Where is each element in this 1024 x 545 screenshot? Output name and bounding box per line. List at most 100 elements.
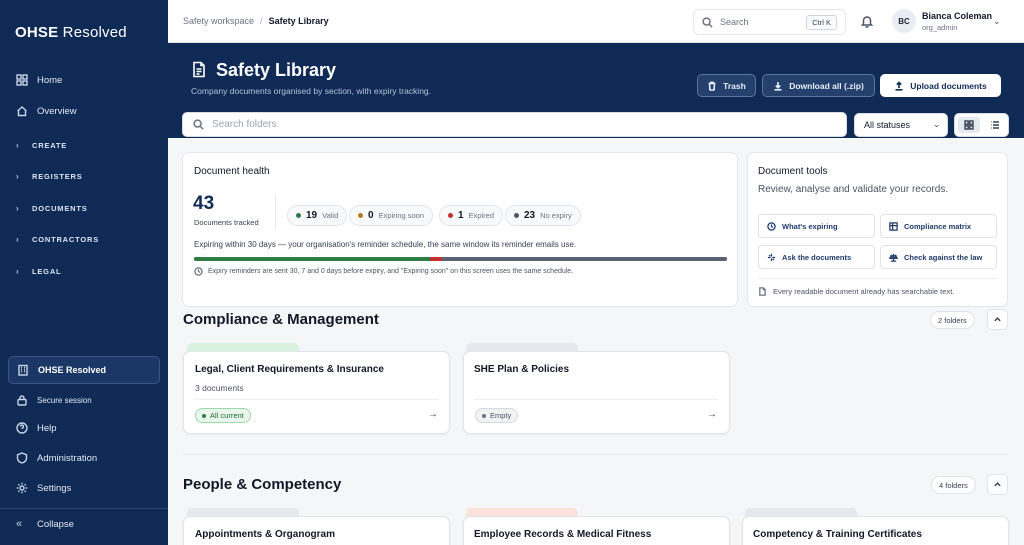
brand-logo[interactable]: OHSE Resolved xyxy=(15,24,127,41)
sidebar-group-create[interactable]: › CREATE xyxy=(8,135,160,155)
divider xyxy=(275,195,276,230)
avatar[interactable]: BC xyxy=(892,9,916,33)
user-name[interactable]: Bianca Coleman xyxy=(922,11,992,21)
grid-view-button[interactable] xyxy=(958,117,980,133)
expiry-window-note: Expiring within 30 days — your organisat… xyxy=(194,240,577,249)
collapse-section-button[interactable] xyxy=(987,309,1008,330)
page-subtitle: Company documents organised by section, … xyxy=(191,86,432,96)
clock-icon xyxy=(767,221,776,231)
status-dot xyxy=(448,213,453,218)
status-badge: Empty xyxy=(475,408,519,423)
folder-name: Competency & Training Certificates xyxy=(753,529,922,540)
table-icon xyxy=(889,221,898,231)
sidebar-group-legal[interactable]: › LEGAL xyxy=(8,261,160,281)
document-tools-title: Document tools xyxy=(758,166,828,177)
help-icon xyxy=(16,422,28,434)
collapse-section-button[interactable] xyxy=(987,474,1008,495)
document-icon xyxy=(191,61,207,78)
sidebar-item-help[interactable]: Help xyxy=(8,415,160,441)
stat-pill-expiring-soon[interactable]: 0 Expiring soon xyxy=(349,205,434,226)
sidebar-group-contractors[interactable]: › CONTRACTORS xyxy=(8,229,160,249)
section-title-compliance: Compliance & Management xyxy=(183,311,379,328)
chevron-down-icon[interactable]: ⌄ xyxy=(993,16,1001,27)
chevron-up-icon xyxy=(994,482,1001,487)
sidebar-group-documents[interactable]: › DOCUMENTS xyxy=(8,198,160,218)
documents-tracked-count: 43 xyxy=(193,193,215,214)
bar-segment-valid xyxy=(194,257,430,261)
document-health-bar xyxy=(194,257,727,261)
status-dot xyxy=(482,413,486,418)
gear-icon xyxy=(16,482,28,494)
sidebar-item-administration[interactable]: Administration xyxy=(8,445,160,471)
arrow-right-icon[interactable]: → xyxy=(428,409,438,420)
scale-icon xyxy=(889,253,898,262)
bar-segment-expired xyxy=(429,257,442,261)
org-switcher[interactable]: OHSE Resolved xyxy=(8,356,160,384)
notifications-button[interactable] xyxy=(860,14,874,28)
chevron-up-icon xyxy=(994,317,1001,322)
searchable-text-note: Every readable document already has sear… xyxy=(758,287,954,296)
reminder-footnote: Expiry reminders are sent 30, 7 and 0 da… xyxy=(194,267,573,276)
document-tools-subtitle: Review, analyse and validate your record… xyxy=(758,184,949,195)
sidebar-divider xyxy=(0,508,168,509)
sidebar: OHSE Resolved Home Overview › CREATE › REG… xyxy=(0,0,168,545)
sidebar-item-overview[interactable]: Overview xyxy=(8,98,160,124)
section-title-people: People & Competency xyxy=(183,476,342,493)
status-dot xyxy=(514,213,519,218)
chevron-right-icon: › xyxy=(16,234,20,244)
folder-name: Appointments & Organogram xyxy=(195,529,336,540)
status-dot xyxy=(296,213,301,218)
clock-icon xyxy=(194,267,203,276)
chevron-down-icon: ⌄ xyxy=(933,120,940,129)
upload-documents-button[interactable]: Upload documents xyxy=(880,74,1001,97)
whats-expiring-button[interactable]: What's expiring xyxy=(758,214,875,238)
breadcrumb: Safety workspace / Safety Library xyxy=(183,16,329,26)
search-icon xyxy=(193,119,204,130)
topbar: Safety workspace / Safety Library Search C… xyxy=(168,0,1024,43)
check-against-law-button[interactable]: Check against the law xyxy=(880,245,997,269)
list-view-button[interactable] xyxy=(984,117,1006,133)
folder-search-input[interactable]: Search folders xyxy=(182,112,847,137)
folder-name: SHE Plan & Policies xyxy=(474,364,570,375)
sidebar-item-settings[interactable]: Settings xyxy=(8,475,160,501)
trash-icon xyxy=(708,81,716,91)
sparkle-icon xyxy=(767,253,776,261)
compliance-matrix-button[interactable]: Compliance matrix xyxy=(880,214,997,238)
stat-pill-no-expiry[interactable]: 23 No expiry xyxy=(505,205,581,226)
sidebar-item-home[interactable]: Home xyxy=(8,67,160,93)
search-shortcut-hint: Ctrl K xyxy=(806,15,837,30)
global-search-input[interactable]: Search Ctrl K xyxy=(693,9,846,35)
chevron-right-icon: › xyxy=(16,266,20,276)
arrow-right-icon[interactable]: → xyxy=(707,409,717,420)
trash-button[interactable]: Trash xyxy=(697,74,756,97)
user-role: org_admin xyxy=(922,23,958,32)
download-all-button[interactable]: Download all (.zip) xyxy=(762,74,875,97)
document-icon xyxy=(759,287,766,296)
sidebar-item-secure-session[interactable]: Secure session xyxy=(8,387,160,413)
download-icon xyxy=(774,81,782,91)
section-divider xyxy=(182,454,1008,455)
list-icon xyxy=(991,121,999,129)
shield-icon xyxy=(16,452,28,464)
ask-the-documents-button[interactable]: Ask the documents xyxy=(758,245,875,269)
divider xyxy=(758,278,998,279)
breadcrumb-workspace[interactable]: Safety workspace xyxy=(183,16,254,26)
sidebar-collapse-button[interactable]: « Collapse xyxy=(8,511,160,537)
bell-icon xyxy=(860,16,874,28)
folder-name: Legal, Client Requirements & Insurance xyxy=(195,364,384,375)
status-dot xyxy=(202,413,206,418)
folder-name: Employee Records & Medical Fitness xyxy=(474,529,652,540)
stat-pill-valid[interactable]: 19 Valid xyxy=(287,205,348,226)
folder-doc-count: 3 documents xyxy=(195,383,244,393)
sidebar-item-label: Overview xyxy=(37,105,77,117)
grid-icon xyxy=(16,74,28,86)
status-filter-select[interactable]: All statuses ⌄ xyxy=(854,113,948,137)
stat-pill-expired[interactable]: 1 Expired xyxy=(439,205,503,226)
sidebar-group-registers[interactable]: › REGISTERS xyxy=(8,166,160,186)
search-icon xyxy=(702,16,713,28)
divider xyxy=(195,399,439,400)
bar-segment-no-expiry xyxy=(441,257,727,261)
view-toggle xyxy=(954,113,1009,137)
status-dot xyxy=(358,213,363,218)
folder-count-badge: 4 folders xyxy=(931,476,976,494)
